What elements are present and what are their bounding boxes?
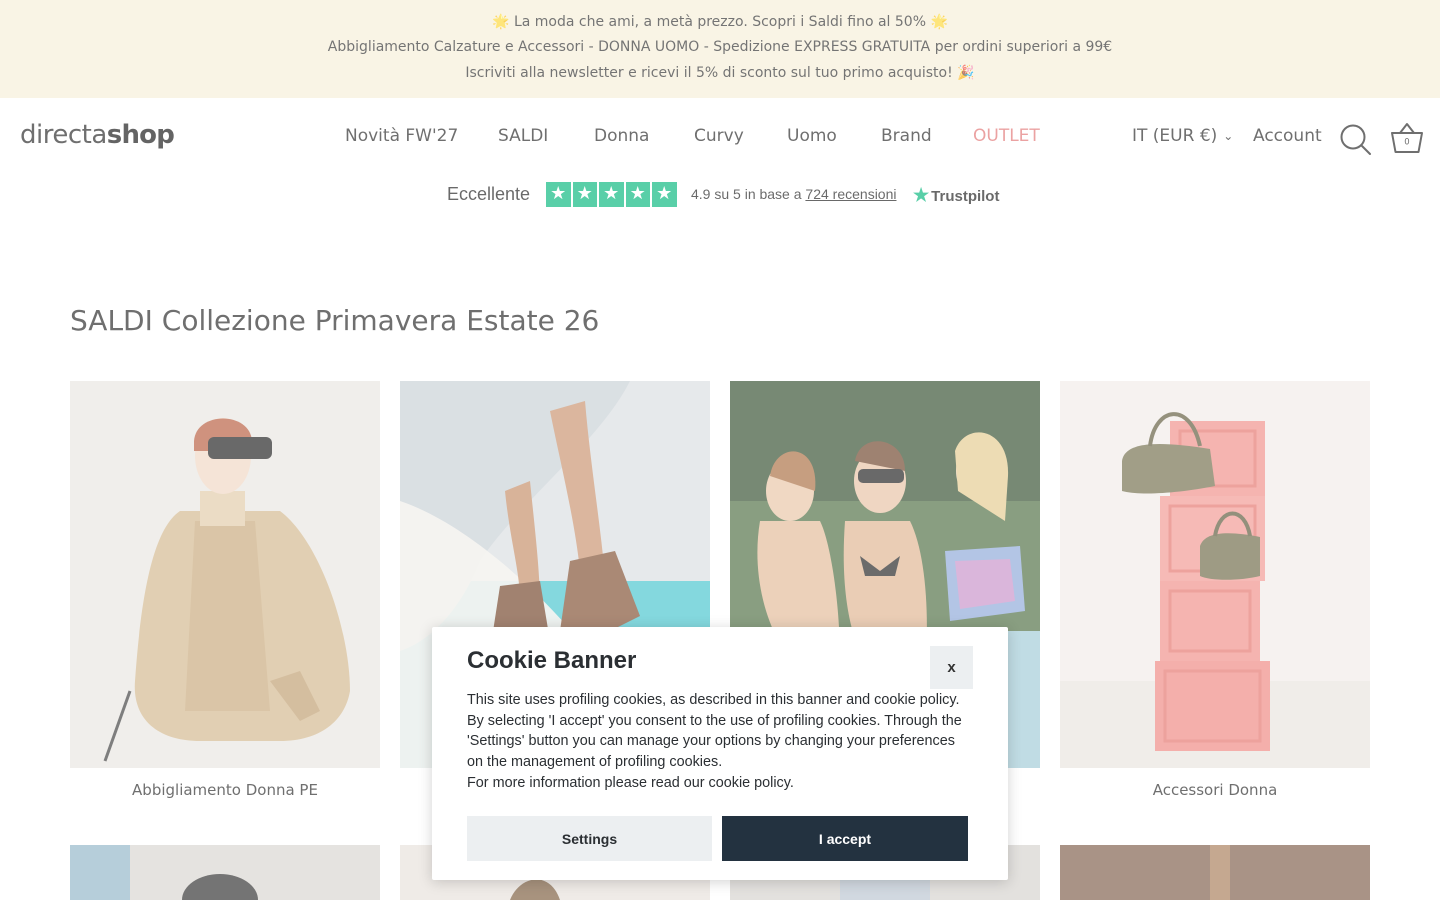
cookie-banner: Cookie Banner x This site uses profiling… xyxy=(432,627,1008,880)
cookie-settings-button[interactable]: Settings xyxy=(467,816,712,861)
cookie-banner-title: Cookie Banner xyxy=(467,647,637,674)
cookie-text-more: For more information please read our coo… xyxy=(467,774,794,791)
cookie-accept-button[interactable]: I accept xyxy=(722,816,968,861)
cookie-text-main: This site uses profiling cookies, as des… xyxy=(467,692,962,771)
cookie-banner-text: This site uses profiling cookies, as des… xyxy=(467,690,972,794)
close-button[interactable]: x xyxy=(930,646,973,689)
